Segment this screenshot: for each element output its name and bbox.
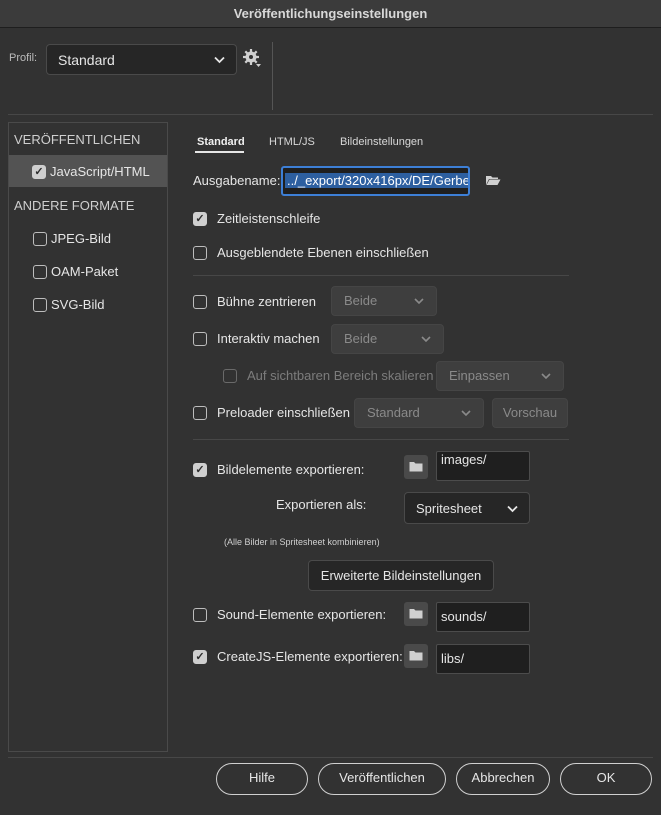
profile-divider (272, 42, 273, 110)
preloader-value: Standard (367, 405, 420, 420)
profile-select[interactable]: Standard (46, 44, 237, 75)
sounds-path-field[interactable]: sounds/ (436, 602, 530, 632)
libs-path-field[interactable]: libs/ (436, 644, 530, 674)
export-images-label: Bildelemente exportieren: (217, 462, 365, 477)
output-label: Ausgabename: (193, 173, 281, 188)
tab-active-indicator (195, 151, 244, 153)
sidebar-item-label: OAM-Paket (51, 264, 119, 279)
export-sounds-checkbox[interactable] (193, 608, 207, 622)
preview-label: Vorschau (502, 405, 558, 420)
preview-button[interactable]: Vorschau (492, 398, 568, 428)
profile-label: Profil: (9, 52, 38, 64)
help-label: Hilfe (248, 770, 275, 785)
checkbox[interactable] (33, 232, 47, 246)
preloader-label: Preloader einschließen (217, 405, 350, 420)
responsive-label: Interaktiv machen (217, 331, 320, 346)
window-title: Veröffentlichungseinstellungen (0, 0, 661, 28)
format-sidebar (8, 122, 168, 752)
preloader-select[interactable]: Standard (354, 398, 484, 428)
folder-icon (409, 462, 423, 472)
gear-icon[interactable] (242, 47, 262, 69)
images-path-value: images/ (441, 452, 487, 467)
responsive-select[interactable]: Beide (331, 324, 444, 354)
output-name-value: ../_export/320x416px/DE/Gerbe (285, 173, 470, 188)
sidebar-item-jpeg[interactable]: JPEG-Bild (9, 225, 167, 253)
export-as-value: Spritesheet (416, 501, 482, 516)
section-divider (193, 275, 569, 276)
output-name-field[interactable]: ../_export/320x416px/DE/Gerbe (281, 166, 470, 196)
help-button[interactable]: Hilfe (216, 763, 308, 795)
scale-visible-value: Einpassen (449, 368, 510, 383)
center-stage-checkbox[interactable] (193, 295, 207, 309)
header-divider (8, 114, 653, 115)
responsive-value: Beide (344, 331, 378, 346)
publish-button[interactable]: Veröffentlichen (318, 763, 446, 795)
chevron-down-icon (541, 373, 551, 380)
footer-divider (8, 757, 653, 758)
checkmark-icon[interactable]: ✓ (32, 165, 46, 179)
export-as-label: Exportieren als: (276, 497, 367, 512)
hidden-layers-label: Ausgeblendete Ebenen einschließen (217, 245, 429, 260)
center-stage-value: Beide (344, 293, 378, 308)
libs-path-value: libs/ (441, 651, 465, 666)
sounds-path-value: sounds/ (441, 609, 487, 624)
scale-visible-checkbox[interactable] (223, 369, 237, 383)
folder-icon[interactable] (485, 174, 501, 186)
sounds-folder-button[interactable] (404, 602, 428, 626)
tab-html-js[interactable]: HTML/JS (269, 136, 315, 148)
chevron-down-icon (461, 410, 471, 417)
ok-label: OK (596, 770, 616, 785)
advanced-image-settings-label: Erweiterte Bildeinstellungen (320, 568, 482, 583)
cancel-label: Abbrechen (471, 770, 535, 785)
export-createjs-checkbox[interactable]: ✓ (193, 650, 207, 664)
cancel-button[interactable]: Abbrechen (456, 763, 550, 795)
preloader-checkbox[interactable] (193, 406, 207, 420)
responsive-checkbox[interactable] (193, 332, 207, 346)
libs-folder-button[interactable] (404, 644, 428, 668)
sidebar-header-other: ANDERE FORMATE (14, 198, 135, 213)
chevron-down-icon (414, 298, 424, 305)
loop-label: Zeitleistenschleife (217, 211, 321, 226)
scale-visible-select[interactable]: Einpassen (436, 361, 564, 391)
loop-checkbox[interactable]: ✓ (193, 212, 207, 226)
sidebar-item-label: JPEG-Bild (51, 231, 111, 246)
checkbox[interactable] (33, 298, 47, 312)
profile-value: Standard (58, 52, 115, 68)
publish-label: Veröffentlichen (339, 770, 425, 785)
tab-image-settings[interactable]: Bildeinstellungen (340, 136, 423, 148)
sidebar-item-svg[interactable]: SVG-Bild (9, 291, 167, 319)
export-createjs-label: CreateJS-Elemente exportieren: (217, 649, 403, 664)
center-stage-label: Bühne zentrieren (217, 294, 317, 309)
spritesheet-note: (Alle Bilder in Spritesheet kombinieren) (224, 537, 380, 547)
export-sounds-label: Sound-Elemente exportieren: (217, 607, 387, 622)
sidebar-item-label: SVG-Bild (51, 297, 105, 312)
images-path-field[interactable]: images/ (436, 451, 530, 481)
center-stage-select[interactable]: Beide (331, 286, 437, 316)
scale-visible-label: Auf sichtbaren Bereich skalieren (247, 368, 434, 383)
hidden-layers-checkbox[interactable] (193, 246, 207, 260)
ok-button[interactable]: OK (560, 763, 652, 795)
advanced-image-settings-button[interactable]: Erweiterte Bildeinstellungen (308, 560, 494, 591)
chevron-down-icon (421, 336, 431, 343)
folder-icon (409, 651, 423, 661)
export-as-select[interactable]: Spritesheet (404, 492, 530, 524)
sidebar-item-oam[interactable]: OAM-Paket (9, 258, 167, 286)
folder-icon (409, 609, 423, 619)
sidebar-header-publish: VERÖFFENTLICHEN (14, 132, 141, 147)
chevron-down-icon (507, 505, 518, 513)
sidebar-item-label: JavaScript/HTML (50, 164, 150, 179)
chevron-down-icon (214, 56, 225, 64)
export-images-checkbox[interactable]: ✓ (193, 463, 207, 477)
tab-standard[interactable]: Standard (197, 136, 245, 148)
sidebar-item-javascript-html[interactable]: ✓ JavaScript/HTML (9, 155, 167, 187)
section-divider (193, 439, 569, 440)
checkbox[interactable] (33, 265, 47, 279)
images-folder-button[interactable] (404, 455, 428, 479)
